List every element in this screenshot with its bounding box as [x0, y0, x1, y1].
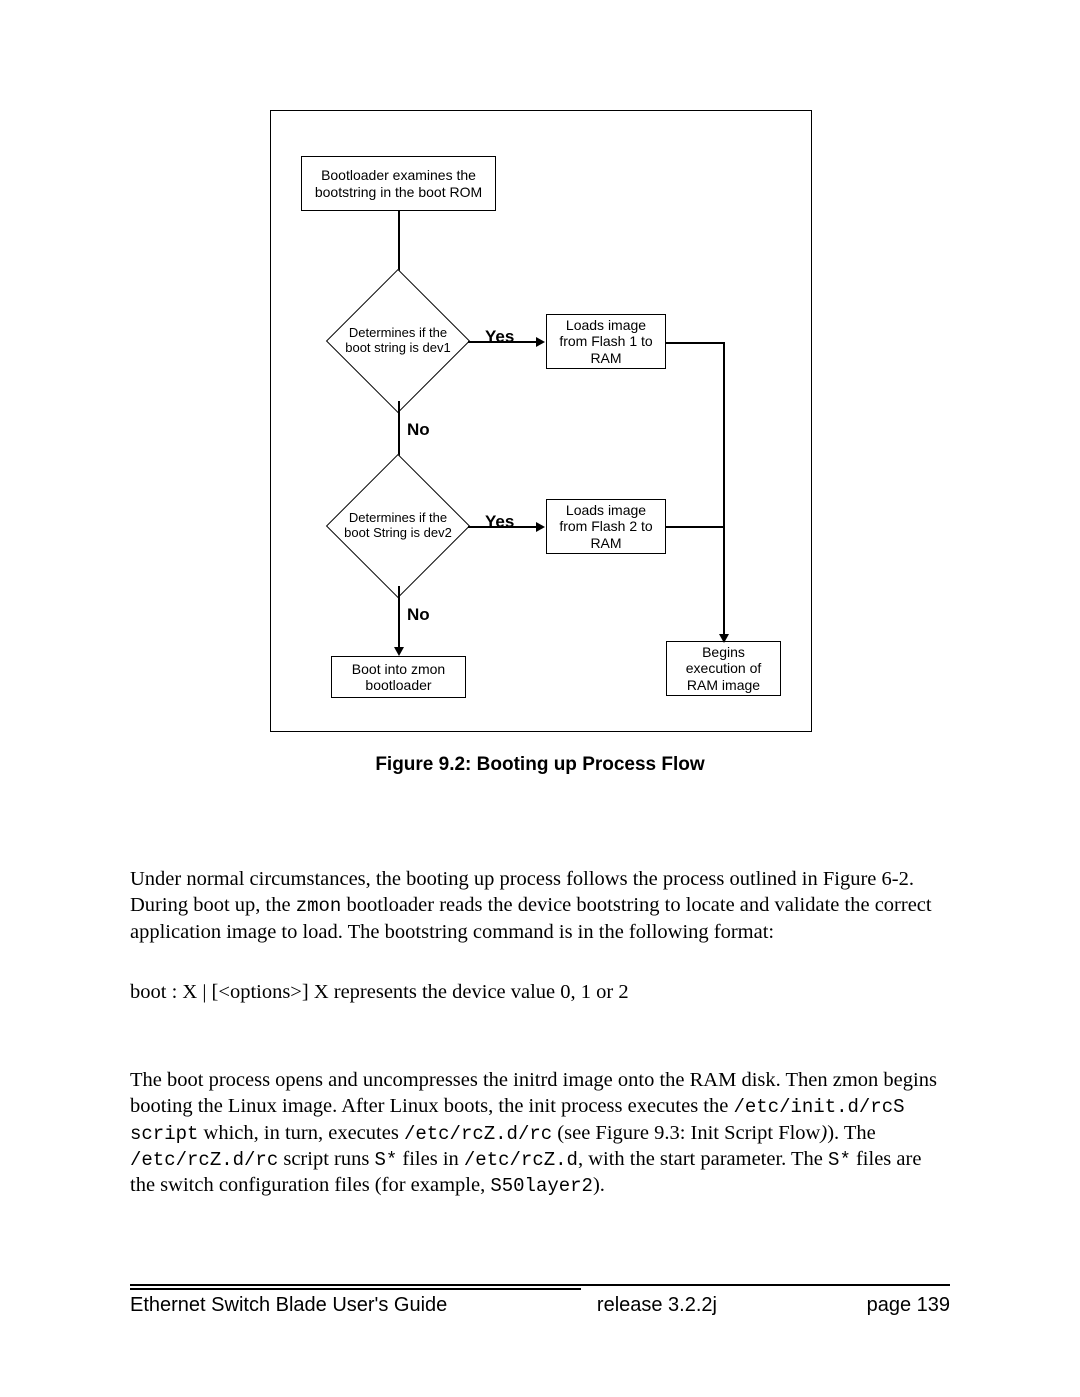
- text: ).: [593, 1174, 605, 1196]
- text: which, in turn, executes: [198, 1122, 404, 1144]
- flow-decision-dev2-text: Determines if the boot String is dev2: [318, 466, 478, 586]
- flow-box-ram-exec: Begins execution of RAM image: [666, 641, 781, 696]
- arrow-down-icon: [394, 647, 404, 656]
- code-sstar2: S*: [828, 1149, 851, 1171]
- flow-connector: [666, 342, 724, 344]
- flow-box-start: Bootloader examines the bootstring in th…: [301, 156, 496, 211]
- document-page: Bootloader examines the bootstring in th…: [0, 0, 1080, 1397]
- paragraph-1: Under normal circumstances, the booting …: [130, 866, 950, 945]
- boot-command-line: boot : X | [<options>] X represents the …: [130, 979, 950, 1005]
- figure-wrap: Bootloader examines the bootstring in th…: [270, 110, 810, 776]
- code-zmon: zmon: [296, 895, 342, 917]
- yes-label-1: Yes: [485, 327, 514, 347]
- code-rczrc2: /etc/rcZ.d/rc: [130, 1149, 278, 1171]
- code-rczd: /etc/rcZ.d: [464, 1149, 578, 1171]
- flow-decision-dev1: Determines if the boot string is dev1: [318, 281, 478, 401]
- footer-rule-short: [130, 1288, 581, 1290]
- footer-rule: [130, 1284, 950, 1286]
- flow-connector: [723, 342, 725, 639]
- text: (see Figure 9.3: Init Script Flow: [552, 1122, 820, 1144]
- figure-caption: Figure 9.2: Booting up Process Flow: [270, 754, 810, 776]
- flow-decision-dev2: Determines if the boot String is dev2: [318, 466, 478, 586]
- flow-box-load-flash2: Loads image from Flash 2 to RAM: [546, 499, 666, 554]
- flow-connector: [398, 586, 400, 649]
- flowchart-diagram: Bootloader examines the bootstring in th…: [270, 110, 812, 732]
- code-rczrc: /etc/rcZ.d/rc: [404, 1123, 552, 1145]
- text: script runs: [278, 1148, 374, 1170]
- footer-release: release 3.2.2j: [597, 1294, 717, 1317]
- yes-label-2: Yes: [485, 512, 514, 532]
- text: files in: [397, 1148, 464, 1170]
- arrow-down-icon: [719, 634, 729, 643]
- flow-connector: [666, 526, 724, 528]
- body-text-section: Under normal circumstances, the booting …: [130, 866, 950, 1199]
- flow-connector: [468, 526, 538, 528]
- arrow-right-icon: [536, 337, 545, 347]
- flow-box-load-flash1: Loads image from Flash 1 to RAM: [546, 314, 666, 369]
- flow-box-zmon: Boot into zmon bootloader: [331, 656, 466, 698]
- no-label-2: No: [407, 605, 430, 625]
- code-sstar: S*: [374, 1149, 397, 1171]
- text: , with the start parameter. The: [578, 1148, 828, 1170]
- flow-connector: [468, 341, 538, 343]
- arrow-right-icon: [536, 522, 545, 532]
- no-label-1: No: [407, 420, 430, 440]
- flow-decision-dev1-text: Determines if the boot string is dev1: [318, 281, 478, 401]
- paragraph-2: The boot process opens and uncompresses …: [130, 1067, 950, 1198]
- page-footer: Ethernet Switch Blade User's Guide relea…: [130, 1284, 950, 1317]
- footer-page: page 139: [867, 1294, 950, 1317]
- footer-title: Ethernet Switch Blade User's Guide: [130, 1294, 447, 1317]
- text: ). The: [827, 1122, 876, 1144]
- code-s50: S50layer2: [490, 1175, 593, 1197]
